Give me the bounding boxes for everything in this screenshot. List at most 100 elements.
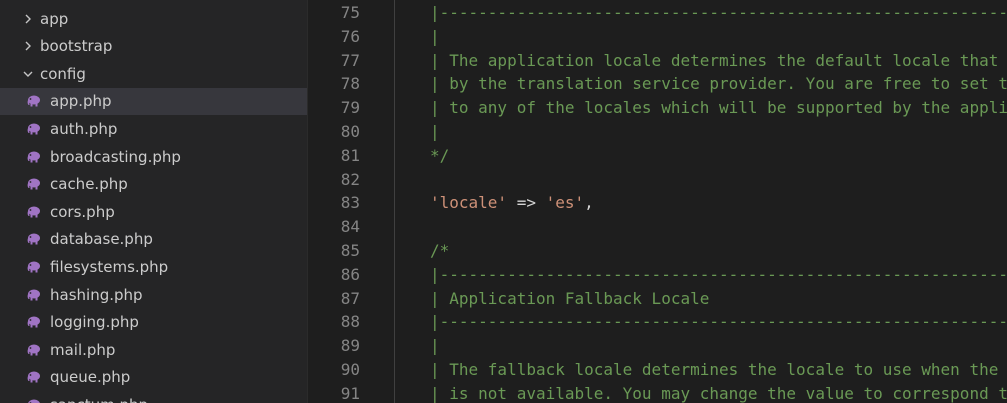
code-line[interactable]: 91 | is not available. You may change the… xyxy=(308,382,1007,403)
comment-token: | xyxy=(430,26,440,46)
tree-item-label: broadcasting.php xyxy=(50,147,181,166)
php-elephant-icon xyxy=(26,232,42,246)
php-elephant-icon xyxy=(26,205,42,219)
code-line[interactable]: 82 xyxy=(308,168,1007,192)
chevron-right-icon[interactable] xyxy=(21,12,35,26)
line-number: 87 xyxy=(340,288,360,308)
code-text: */ xyxy=(430,144,449,168)
file-sanctum-php[interactable]: sanctum.php xyxy=(0,391,307,403)
tree-item-label: app xyxy=(40,9,69,28)
line-number: 80 xyxy=(340,122,360,141)
php-elephant-icon xyxy=(26,122,42,136)
folder-bootstrap[interactable]: bootstrap xyxy=(0,33,307,60)
file-filesystems-php[interactable]: filesystems.php xyxy=(0,253,307,280)
code-line[interactable]: 75 |-------------------------------------… xyxy=(308,1,1007,25)
tree-item-label: filesystems.php xyxy=(50,257,169,276)
code-text: | is not available. You may change the v… xyxy=(430,382,1007,403)
comment-token: |---------------------------------------… xyxy=(430,264,1007,284)
explorer-sidebar: app bootstrap config app.php auth.php broadca… xyxy=(0,0,307,403)
folder-app[interactable]: app xyxy=(0,5,307,32)
file-database-php[interactable]: database.php xyxy=(0,226,307,253)
code-line[interactable]: 83 'locale' => 'es', xyxy=(308,191,1007,215)
code-line[interactable]: 77 | The application locale determines th… xyxy=(308,49,1007,73)
line-number: 91 xyxy=(340,383,360,403)
code-text: /* xyxy=(430,239,449,263)
code-line[interactable]: 78 | by the translation service provider.… xyxy=(308,72,1007,96)
comment-token: */ xyxy=(430,145,450,165)
tree-item-label: logging.php xyxy=(50,313,139,332)
tree-item-label: bootstrap xyxy=(40,37,113,56)
code-text: 'locale' => 'es', xyxy=(430,191,594,215)
php-elephant-icon xyxy=(26,94,42,108)
code-line[interactable]: 79 | to any of the locales which will be … xyxy=(308,96,1007,120)
line-number: 77 xyxy=(340,50,360,70)
line-number: 79 xyxy=(340,98,360,118)
code-text: | by the translation service provider. Y… xyxy=(430,72,1007,96)
chevron-right-icon[interactable] xyxy=(21,39,35,53)
file-queue-php[interactable]: queue.php xyxy=(0,364,307,391)
comment-token: | Application Fallback Locale xyxy=(430,288,710,308)
file-hashing-php[interactable]: hashing.php xyxy=(0,281,307,308)
tree-item-label: mail.php xyxy=(50,340,116,359)
code-line[interactable]: 81 */ xyxy=(308,144,1007,168)
comment-token: | The application locale determines the … xyxy=(430,50,999,70)
tree-item-label: hashing.php xyxy=(50,285,143,304)
php-elephant-icon xyxy=(26,177,42,191)
comment-token: | to any of the locales which will be su… xyxy=(430,98,1007,118)
line-number: 82 xyxy=(340,169,360,189)
code-text: | xyxy=(430,334,440,358)
string-token: 'es' xyxy=(545,193,585,213)
comment-token: | The fallback locale determines the loc… xyxy=(430,360,1007,379)
file-app-php[interactable]: app.php xyxy=(0,87,307,115)
php-elephant-icon xyxy=(26,398,42,403)
code-line[interactable]: 76 | xyxy=(308,25,1007,49)
code-text: | xyxy=(430,120,440,144)
php-elephant-icon xyxy=(26,315,42,329)
file-mail-php[interactable]: mail.php xyxy=(0,336,307,363)
tree-item-label: queue.php xyxy=(50,368,131,387)
tree-item-label: cache.php xyxy=(50,175,128,194)
code-line[interactable]: 90 | The fallback locale determines the l… xyxy=(308,358,1007,382)
code-text: |---------------------------------------… xyxy=(430,310,1007,334)
comment-token: |---------------------------------------… xyxy=(430,312,1007,332)
comment-token: /* xyxy=(430,241,450,260)
chevron-down-icon[interactable] xyxy=(21,67,35,81)
tree-item-label: app.php xyxy=(50,92,112,111)
file-broadcasting-php[interactable]: broadcasting.php xyxy=(0,143,307,170)
tree-item-label: auth.php xyxy=(50,119,118,138)
line-number: 90 xyxy=(340,360,360,379)
comment-token: | by the translation service provider. Y… xyxy=(430,74,1007,94)
file-cors-php[interactable]: cors.php xyxy=(0,198,307,225)
code-line[interactable]: 80 | xyxy=(308,120,1007,144)
code-line[interactable]: 87 | Application Fallback Locale xyxy=(308,287,1007,311)
tree-item-label: cors.php xyxy=(50,202,115,221)
line-number: 84 xyxy=(340,217,360,237)
line-number: 89 xyxy=(340,336,360,356)
code-text: | to any of the locales which will be su… xyxy=(430,96,1007,120)
file-auth-php[interactable]: auth.php xyxy=(0,115,307,142)
line-number: 85 xyxy=(340,241,360,260)
code-line[interactable]: 85 /* xyxy=(308,239,1007,263)
line-number: 88 xyxy=(340,312,360,332)
code-line[interactable]: 88 |-------------------------------------… xyxy=(308,310,1007,334)
file-cache-php[interactable]: cache.php xyxy=(0,171,307,198)
php-elephant-icon xyxy=(26,343,42,357)
code-text: |---------------------------------------… xyxy=(430,263,1007,287)
code-line[interactable]: 89 | xyxy=(308,334,1007,358)
comment-token: | xyxy=(430,122,440,141)
code-line[interactable]: 86 |-------------------------------------… xyxy=(308,263,1007,287)
file-logging-php[interactable]: logging.php xyxy=(0,309,307,336)
line-number: 86 xyxy=(340,264,360,284)
line-number: 75 xyxy=(340,3,360,22)
line-number: 76 xyxy=(340,26,360,46)
code-editor[interactable]: 75 |-------------------------------------… xyxy=(308,0,1007,403)
tree-item-label: sanctum.php xyxy=(50,396,148,403)
comment-token: |---------------------------------------… xyxy=(430,3,1007,22)
code-text: | The fallback locale determines the loc… xyxy=(430,358,1007,382)
folder-config[interactable]: config xyxy=(0,60,307,87)
code-text: | The application locale determines the … xyxy=(430,49,998,73)
php-elephant-icon xyxy=(26,260,42,274)
comment-token: | is not available. You may change the v… xyxy=(430,383,1007,403)
code-line[interactable]: 84 xyxy=(308,215,1007,239)
punctuation-token: => xyxy=(507,193,546,213)
